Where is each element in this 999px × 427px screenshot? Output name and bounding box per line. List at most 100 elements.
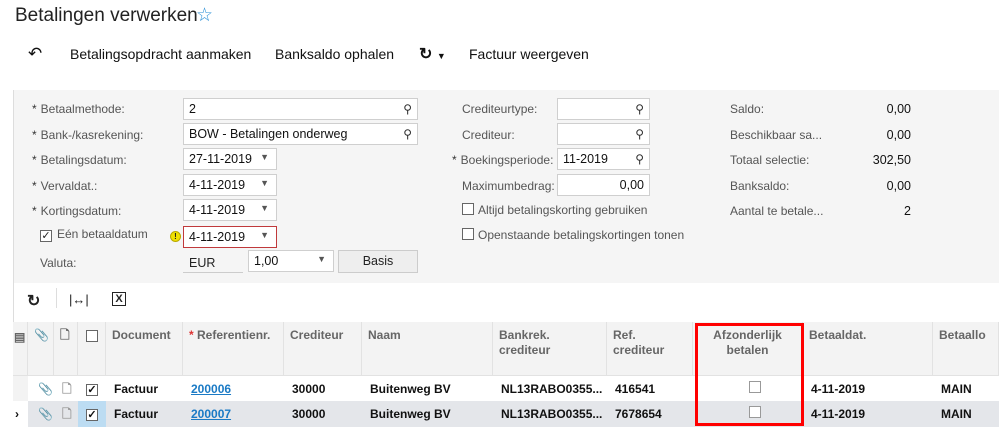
vervaldat-label: Vervaldat.: — [32, 179, 98, 193]
betaalmethode-label: Betaalmethode: — [32, 102, 125, 116]
aantal-value: 2 — [904, 204, 911, 218]
cell-refcred: 416541 — [615, 382, 656, 396]
page-title: Betalingen verwerken — [15, 5, 198, 26]
beschikbaar-value: 0,00 — [886, 128, 911, 142]
create-payment-order-button[interactable]: Betalingsopdracht aanmaken — [70, 46, 251, 62]
altijd-label: Altijd betalingskorting gebruiken — [478, 203, 648, 217]
highlight-box — [695, 323, 804, 426]
een-betaaldatum-label: Eén betaaldatum — [57, 227, 148, 241]
bank-input[interactable]: BOW - Betalingen onderweg ⚲ — [183, 123, 418, 145]
favorite-star-icon[interactable]: ☆ — [196, 4, 213, 27]
header-crediteur[interactable]: Crediteur — [284, 322, 362, 375]
cell-ref-link[interactable]: 200007 — [191, 407, 231, 421]
divider — [56, 288, 57, 308]
cell-document: Factuur — [114, 382, 159, 396]
header-betaaldat[interactable]: Betaaldat. — [803, 322, 933, 375]
bank-label: Bank-/kasrekening: — [32, 128, 144, 142]
show-invoice-button[interactable]: Factuur weergeven — [469, 46, 589, 62]
cell-betaaldat: 4-11-2019 — [811, 382, 866, 396]
row-indicator — [13, 376, 28, 402]
row-select-checkbox[interactable]: ✓ — [78, 376, 106, 402]
totaal-value: 302,50 — [872, 153, 911, 167]
aantal-label: Aantal te betale... — [730, 204, 824, 218]
chevron-down-icon[interactable]: ▼ — [260, 178, 269, 188]
openstaande-label: Openstaande betalingskortingen tonen — [478, 228, 685, 242]
note-header-icon: 🗋 — [54, 322, 78, 375]
valuta-value: EUR — [183, 251, 243, 273]
search-icon[interactable]: ⚲ — [403, 127, 412, 141]
table-row[interactable]: 📎 🗋 ✓ Factuur 200006 30000 Buitenweg BV … — [13, 375, 999, 402]
cell-crediteur: 30000 — [292, 382, 326, 396]
altijd-checkbox[interactable] — [462, 203, 474, 218]
refresh-icon[interactable]: ↻ — [27, 291, 40, 311]
search-icon[interactable]: ⚲ — [635, 102, 644, 116]
header-naam[interactable]: Naam — [362, 322, 493, 375]
boekingsperiode-input[interactable]: 11-2019 ⚲ — [557, 148, 650, 170]
header-referentienr[interactable]: * Referentienr. — [183, 322, 284, 375]
attachment-icon[interactable]: 📎 — [30, 376, 53, 402]
attachment-icon[interactable]: 📎 — [30, 401, 53, 427]
header-betaallo[interactable]: Betaallo — [933, 322, 999, 375]
cell-naam: Buitenweg BV — [370, 407, 451, 421]
betalingsdatum-label: Betalingsdatum: — [32, 153, 127, 167]
maximumbedrag-label: Maximumbedrag: — [462, 179, 555, 193]
table-row[interactable]: › 📎 🗋 ✓ Factuur 200007 30000 Buitenweg B… — [13, 401, 999, 427]
fit-columns-icon[interactable]: |↔| — [69, 292, 89, 307]
crediteurtype-input[interactable]: ⚲ — [557, 98, 650, 120]
een-betaaldatum-input[interactable]: 4-11-2019 ▼ — [183, 226, 277, 248]
chevron-down-icon[interactable]: ▼ — [260, 203, 269, 213]
cell-bankrek: NL13RABO0355... — [501, 407, 603, 421]
crediteur-input[interactable]: ⚲ — [557, 123, 650, 145]
kortingsdatum-label: Kortingsdatum: — [32, 204, 122, 218]
header-refcred[interactable]: Ref. crediteur — [607, 322, 693, 375]
crediteur-label: Crediteur: — [462, 128, 515, 142]
cell-betaallo: MAIN — [941, 407, 972, 421]
betaalmethode-input[interactable]: 2 ⚲ — [183, 98, 418, 120]
export-excel-icon[interactable]: X — [112, 292, 126, 306]
refresh-menu-icon[interactable]: ↻ ▼ — [419, 44, 446, 64]
vervaldat-input[interactable]: 4-11-2019 ▼ — [183, 174, 277, 196]
betalingsdatum-input[interactable]: 27-11-2019 ▼ — [183, 148, 277, 170]
cell-crediteur: 30000 — [292, 407, 326, 421]
cell-ref-link[interactable]: 200006 — [191, 382, 231, 396]
crediteurtype-label: Crediteurtype: — [462, 102, 538, 116]
cell-betaaldat: 4-11-2019 — [811, 407, 866, 421]
row-select-checkbox[interactable]: ✓ — [78, 401, 106, 427]
header-bankrek[interactable]: Bankrek. crediteur — [493, 322, 607, 375]
select-all-checkbox[interactable] — [78, 322, 106, 375]
chevron-down-icon[interactable]: ▼ — [260, 152, 269, 162]
saldo-label: Saldo: — [730, 102, 765, 116]
banksaldo-value: 0,00 — [886, 179, 911, 193]
basis-button[interactable]: Basis — [338, 250, 418, 273]
cell-bankrek: NL13RABO0355... — [501, 382, 603, 396]
een-betaaldatum-checkbox[interactable]: ✓ — [40, 228, 52, 242]
chevron-down-icon[interactable]: ▼ — [317, 254, 326, 264]
note-icon[interactable]: 🗋 — [54, 401, 72, 427]
current-row-icon: › — [13, 401, 28, 427]
totaal-label: Totaal selectie: — [730, 153, 810, 167]
warning-icon: ! — [170, 231, 181, 242]
openstaande-checkbox[interactable] — [462, 228, 474, 243]
search-icon[interactable]: ⚲ — [635, 152, 644, 166]
grid-toolbar — [13, 283, 999, 322]
cell-document: Factuur — [114, 407, 159, 421]
chevron-down-icon[interactable]: ▼ — [260, 230, 269, 240]
saldo-value: 0,00 — [886, 102, 911, 116]
row-settings-icon[interactable]: ▤ — [13, 322, 28, 375]
maximumbedrag-input[interactable]: 0,00 — [557, 174, 650, 196]
note-icon[interactable]: 🗋 — [54, 376, 72, 402]
fetch-bank-balance-button[interactable]: Banksaldo ophalen — [275, 46, 394, 62]
attachment-header-icon: 📎 — [28, 322, 54, 375]
valuta-label: Valuta: — [40, 256, 77, 270]
cell-naam: Buitenweg BV — [370, 382, 451, 396]
banksaldo-label: Banksaldo: — [730, 179, 790, 193]
valuta-rate-input[interactable]: 1,00 ▼ — [248, 250, 334, 272]
search-icon[interactable]: ⚲ — [403, 102, 412, 116]
boekingsperiode-label: Boekingsperiode: — [452, 153, 554, 167]
kortingsdatum-input[interactable]: 4-11-2019 ▼ — [183, 199, 277, 221]
search-icon[interactable]: ⚲ — [635, 127, 644, 141]
cell-betaallo: MAIN — [941, 382, 972, 396]
cell-refcred: 7678654 — [615, 407, 662, 421]
undo-icon[interactable]: ↶ — [28, 44, 42, 64]
header-document[interactable]: Document — [106, 322, 183, 375]
